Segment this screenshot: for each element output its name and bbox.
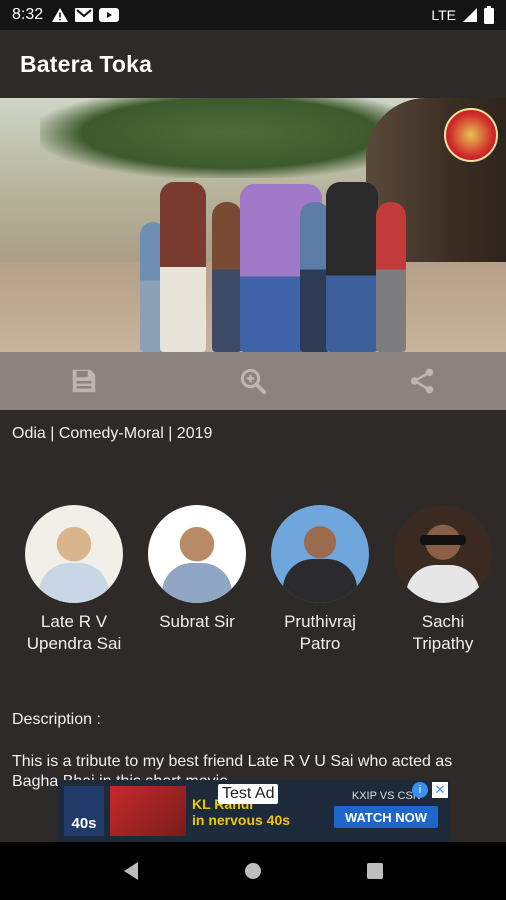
home-icon (245, 863, 261, 879)
status-bar: 8:32 LTE (0, 0, 506, 30)
ad-watch-button[interactable]: WATCH NOW (334, 806, 438, 828)
warning-icon (52, 8, 69, 22)
description-label: Description : (12, 711, 101, 728)
home-button[interactable] (233, 851, 273, 891)
ad-label: Test Ad (218, 784, 279, 804)
system-nav-bar (0, 842, 506, 900)
recents-icon (367, 863, 383, 879)
cast-name: Sachi Tripathy (412, 612, 474, 653)
status-right: LTE (431, 6, 494, 24)
ad-banner[interactable]: Test Ad 40s KL Rahul in nervous 40s KXIP… (58, 780, 450, 842)
poster-figure (160, 182, 206, 352)
movie-poster-image[interactable] (0, 98, 506, 352)
cast-name: Late R V Upendra Sai (26, 612, 122, 653)
zoom-button[interactable] (229, 357, 277, 405)
avatar (148, 505, 246, 603)
poster-figure (212, 202, 242, 352)
app-bar: Batera Toka (0, 30, 506, 98)
gmail-icon (75, 8, 94, 22)
back-button[interactable] (111, 851, 151, 891)
cast-item[interactable]: Late R V Upendra Sai (19, 505, 129, 655)
zoom-in-icon (240, 368, 267, 395)
page-title: Batera Toka (20, 50, 153, 77)
poster-scene-trees (40, 98, 420, 178)
avatar (394, 505, 492, 603)
share-button[interactable] (398, 357, 446, 405)
status-left: 8:32 (12, 6, 120, 24)
battery-icon (484, 6, 494, 24)
avatar (25, 505, 123, 603)
ad-image (110, 786, 186, 836)
ad-close-icon[interactable]: ✕ (432, 782, 448, 798)
share-icon (410, 368, 433, 394)
cast-name: Subrat Sir (159, 612, 235, 631)
poster-figure (376, 202, 406, 352)
cast-item[interactable]: Pruthivraj Patro (265, 505, 375, 655)
cast-list: Late R V Upendra Sai Subrat Sir Pruthivr… (0, 505, 506, 665)
poster-figure (326, 182, 378, 352)
ad-headline-line: in nervous 40s (192, 812, 291, 828)
save-button[interactable] (60, 357, 108, 405)
notification-icons (51, 7, 120, 23)
youtube-icon (99, 8, 120, 22)
signal-icon (463, 8, 477, 22)
ad-info-icon[interactable]: i (412, 782, 428, 798)
avatar (271, 505, 369, 603)
cast-item[interactable]: Sachi Tripathy (388, 505, 498, 655)
recents-button[interactable] (355, 851, 395, 891)
cast-name: Pruthivraj Patro (284, 612, 356, 653)
movie-meta: Odia | Comedy-Moral | 2019 (12, 425, 213, 442)
action-bar (0, 352, 506, 410)
back-icon (124, 862, 138, 880)
ad-channel-badge: 40s (64, 786, 104, 836)
status-time: 8:32 (12, 6, 44, 23)
network-label: LTE (431, 7, 456, 23)
save-icon (73, 369, 96, 393)
cast-item[interactable]: Subrat Sir (142, 505, 252, 633)
channel-logo-icon (444, 108, 498, 162)
